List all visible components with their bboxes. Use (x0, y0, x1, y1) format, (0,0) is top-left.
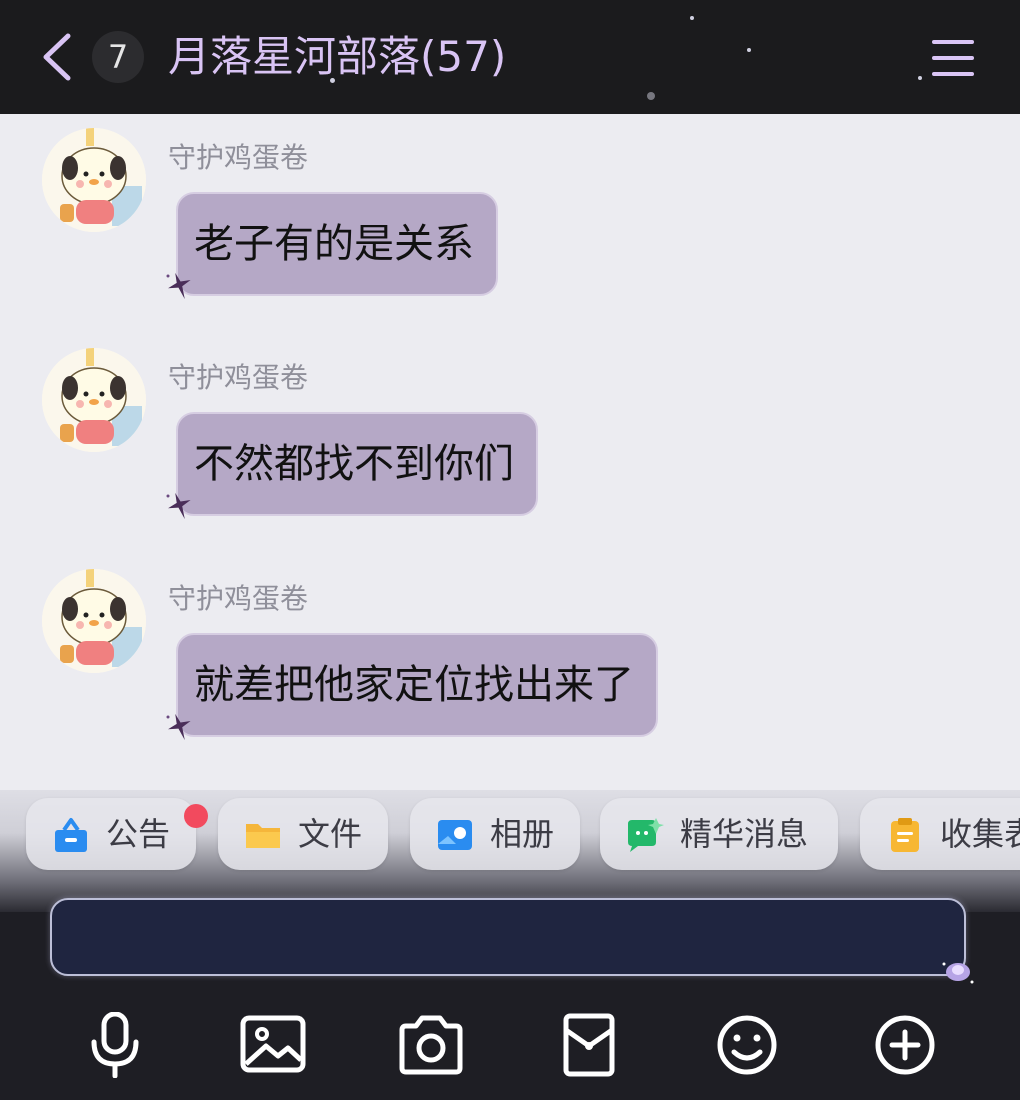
image-icon (240, 1015, 306, 1073)
cross-decoration-icon (166, 492, 191, 520)
emoji-icon (717, 1015, 777, 1075)
shortcut-album[interactable]: 相册 (410, 798, 580, 870)
star-decoration (918, 76, 922, 80)
avatar[interactable] (42, 348, 146, 452)
sparkle-decoration-icon (942, 962, 974, 984)
shortcut-label: 相册 (490, 815, 555, 853)
chat-header: 7 月落星河部落(57) (0, 0, 1020, 114)
plus-icon (875, 1015, 935, 1075)
sender-name[interactable]: 守护鸡蛋卷 (168, 356, 308, 396)
camera-button[interactable] (396, 1012, 466, 1078)
chat-message-list[interactable]: 守护鸡蛋卷 老子有的是关系 守护鸡蛋卷 不然都找不到你们 守护鸡蛋卷 就差把他家… (0, 114, 1020, 790)
star-decoration (330, 78, 335, 83)
group-title[interactable]: 月落星河部落(57) (168, 28, 506, 86)
sender-name[interactable]: 守护鸡蛋卷 (168, 136, 308, 176)
shortcut-files[interactable]: 文件 (218, 798, 388, 870)
notification-dot (184, 804, 208, 828)
cross-decoration-icon (166, 272, 191, 300)
microphone-icon (91, 1011, 139, 1079)
hamburger-menu-icon[interactable] (930, 38, 976, 78)
image-button[interactable] (238, 1012, 308, 1078)
cross-decoration-icon (166, 713, 191, 741)
shortcut-label: 文件 (298, 815, 363, 853)
message-bubble[interactable]: 就差把他家定位找出来了 (176, 633, 658, 737)
shortcut-label: 收集表 (940, 815, 1020, 853)
message-bubble[interactable]: 不然都找不到你们 (176, 412, 538, 516)
photo-album-icon (438, 820, 472, 850)
chick-avatar-icon (42, 128, 146, 232)
message-row: 守护鸡蛋卷 老子有的是关系 (0, 114, 1020, 314)
star-decoration (747, 48, 751, 52)
shortcut-collection-form[interactable]: 收集表 (860, 798, 1020, 870)
shortcut-highlights[interactable]: 精华消息 (600, 798, 838, 870)
red-packet-icon (563, 1013, 615, 1077)
voice-button[interactable] (80, 1011, 150, 1079)
sender-name[interactable]: 守护鸡蛋卷 (168, 577, 308, 617)
message-row: 守护鸡蛋卷 就差把他家定位找出来了 (0, 555, 1020, 755)
announcement-icon (55, 818, 87, 852)
folder-icon (246, 824, 280, 848)
shortcut-label: 精华消息 (680, 815, 809, 853)
shortcut-announcement[interactable]: 公告 (26, 798, 208, 870)
chevron-left-icon[interactable] (36, 32, 76, 82)
unread-count-badge[interactable]: 7 (92, 31, 144, 83)
message-bubble[interactable]: 老子有的是关系 (176, 192, 498, 296)
group-shortcut-bar[interactable]: 公告 文件 相册 精华消息 收集表 (0, 790, 1020, 912)
message-row: 守护鸡蛋卷 不然都找不到你们 (0, 334, 1020, 534)
camera-icon (399, 1015, 463, 1075)
chick-avatar-icon (42, 348, 146, 452)
avatar[interactable] (42, 128, 146, 232)
star-decoration (690, 16, 694, 20)
clipboard-icon (891, 818, 919, 852)
input-panel (0, 898, 1020, 1100)
highlight-message-icon (628, 818, 664, 852)
star-decoration (647, 92, 655, 100)
message-input[interactable] (50, 898, 966, 976)
avatar[interactable] (42, 569, 146, 673)
shortcut-label: 公告 (106, 815, 171, 853)
emoji-button[interactable] (712, 1012, 782, 1078)
red-packet-button[interactable] (554, 1012, 624, 1078)
more-button[interactable] (870, 1012, 940, 1078)
chick-avatar-icon (42, 569, 146, 673)
